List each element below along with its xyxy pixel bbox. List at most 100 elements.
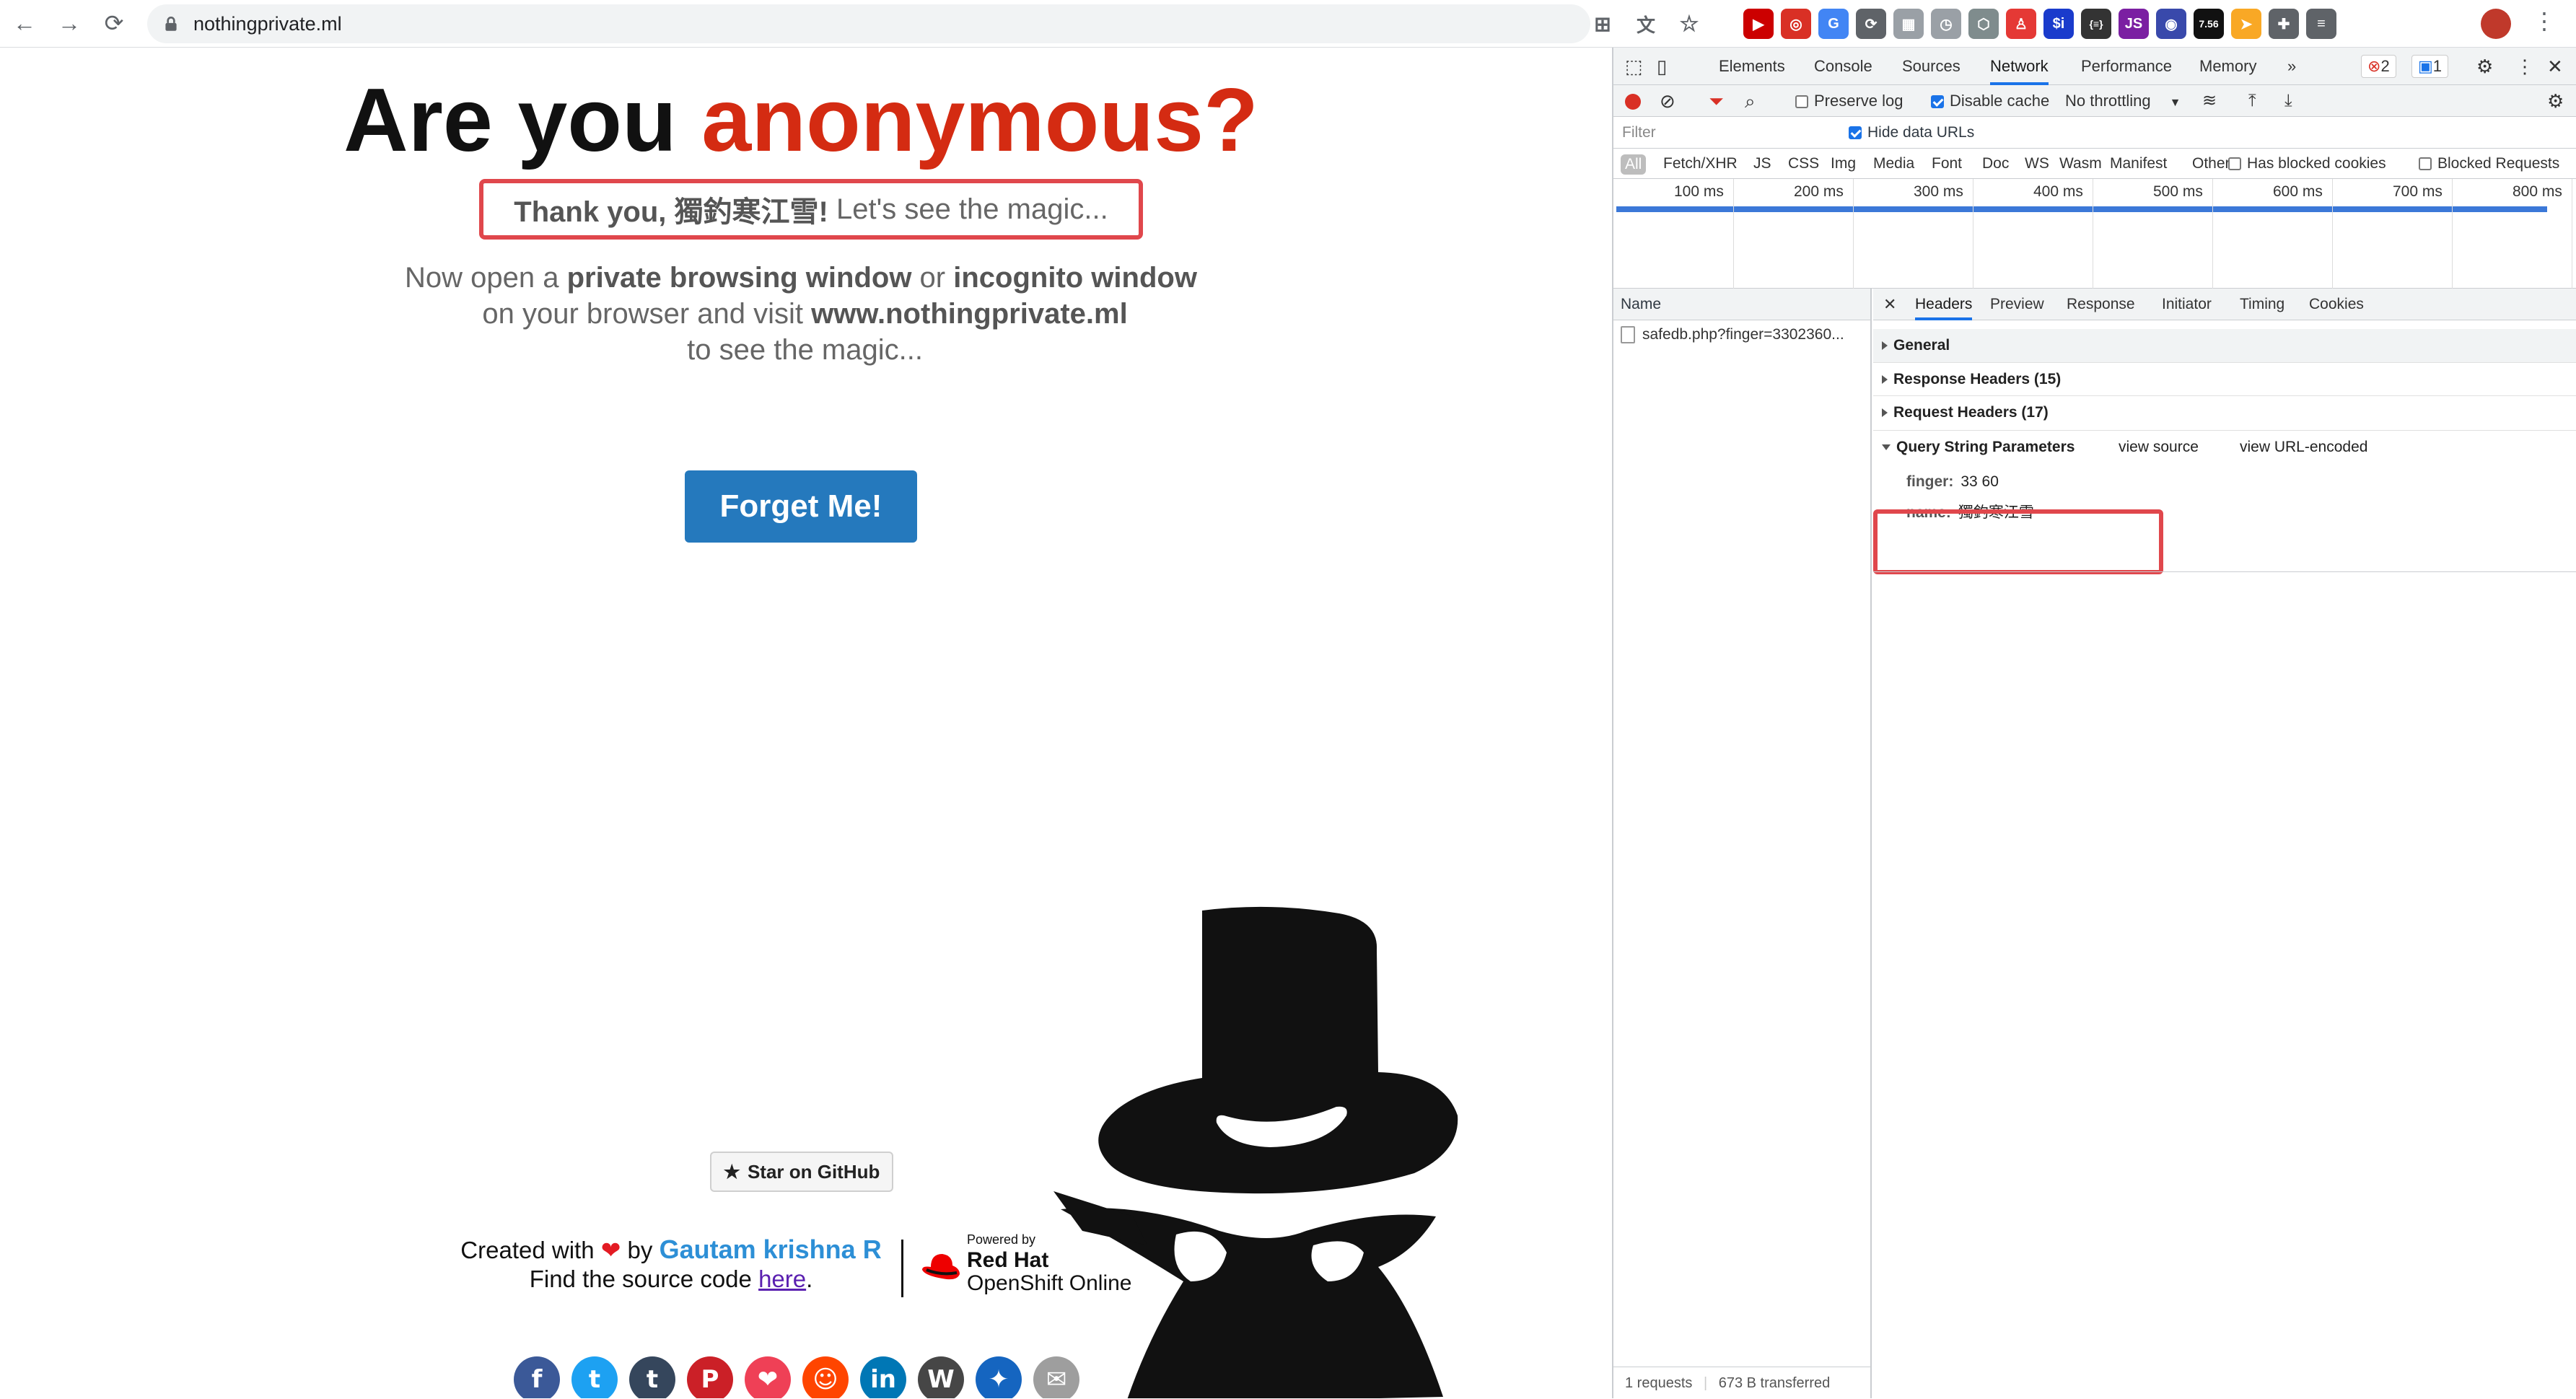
- menu-kebab-icon[interactable]: ⋮: [2533, 7, 2556, 35]
- arrow-ext-icon[interactable]: ➤: [2231, 9, 2261, 39]
- tab-memory[interactable]: Memory: [2199, 48, 2256, 85]
- clock-ext-icon[interactable]: ◷: [1931, 9, 1961, 39]
- pin-icon[interactable]: ✦: [976, 1356, 1022, 1398]
- clear-icon[interactable]: ⊘: [1660, 85, 1675, 117]
- jsp-ext-icon[interactable]: JS: [2119, 9, 2149, 39]
- disable-cache-checkbox[interactable]: Disable cache: [1931, 85, 2049, 117]
- name-column-header[interactable]: Name: [1613, 289, 1870, 320]
- back-icon[interactable]: ←: [9, 7, 40, 39]
- error-badge[interactable]: ⊗2: [2361, 55, 2396, 78]
- view-url-encoded-link[interactable]: view URL-encoded: [2240, 431, 2367, 464]
- reload-icon[interactable]: ⟳: [98, 7, 130, 39]
- address-bar[interactable]: nothingprivate.ml: [147, 4, 1590, 43]
- preserve-log-box[interactable]: [1795, 95, 1808, 109]
- section-query-params[interactable]: Query String Parameters view source view…: [1873, 430, 2576, 463]
- puzzle-ext-icon[interactable]: ✚: [2269, 9, 2299, 39]
- throttling-select[interactable]: No throttling ▼: [2065, 85, 2181, 117]
- twitter-icon[interactable]: t: [571, 1356, 618, 1398]
- section-response-headers[interactable]: Response Headers (15): [1873, 362, 2576, 395]
- forget-me-button[interactable]: Forget Me!: [685, 470, 917, 543]
- blocked-requests-checkbox[interactable]: Blocked Requests: [2419, 149, 2559, 179]
- shield-ext-icon[interactable]: ⬡: [1968, 9, 1999, 39]
- reddit-icon[interactable]: ☺: [802, 1356, 849, 1398]
- pocket-icon[interactable]: ❤: [745, 1356, 791, 1398]
- tumblr-icon[interactable]: t: [629, 1356, 675, 1398]
- settings-gear-icon[interactable]: ⚙: [2476, 48, 2493, 85]
- tab-network[interactable]: Network: [1990, 48, 2049, 85]
- eye-ext-icon[interactable]: ◉: [2156, 9, 2186, 39]
- linkedin-icon[interactable]: in: [860, 1356, 906, 1398]
- lcp-ext-icon[interactable]: 7.56: [2194, 9, 2224, 39]
- translate-icon[interactable]: 文: [1631, 9, 1661, 39]
- json-ext-icon[interactable]: {≡}: [2081, 9, 2111, 39]
- pinterest-icon[interactable]: P: [687, 1356, 733, 1398]
- list-ext-icon[interactable]: ≡: [2306, 9, 2336, 39]
- type-filter-font[interactable]: Font: [1932, 149, 1962, 179]
- type-filter-js[interactable]: JS: [1753, 149, 1771, 179]
- request-row[interactable]: safedb.php?finger=3302360...: [1613, 320, 1870, 349]
- tab-response[interactable]: Response: [2067, 289, 2135, 320]
- type-filter-other[interactable]: Other: [2192, 149, 2230, 179]
- translate-ext-icon[interactable]: G: [1818, 9, 1849, 39]
- type-filter-all[interactable]: All: [1621, 154, 1647, 175]
- email-icon[interactable]: ✉: [1033, 1356, 1079, 1398]
- tab-initiator[interactable]: Initiator: [2162, 289, 2212, 320]
- tab-timing[interactable]: Timing: [2240, 289, 2284, 320]
- type-filter-ws[interactable]: WS: [2025, 149, 2049, 179]
- source-code-link[interactable]: here: [758, 1266, 806, 1292]
- preserve-log-checkbox[interactable]: Preserve log: [1795, 85, 1903, 117]
- has-blocked-cookies-checkbox[interactable]: Has blocked cookies: [2228, 149, 2386, 179]
- author-link[interactable]: Gautam krishna R: [660, 1234, 882, 1264]
- tab-console[interactable]: Console: [1814, 48, 1872, 85]
- type-filter-fetchxhr[interactable]: Fetch/XHR: [1663, 149, 1738, 179]
- close-devtools-icon[interactable]: ✕: [2547, 48, 2563, 85]
- type-filter-manifest[interactable]: Manifest: [2110, 149, 2167, 179]
- youtube-ext-icon[interactable]: ▶: [1743, 9, 1774, 39]
- star-on-github-button[interactable]: ★ Star on GitHub: [710, 1152, 893, 1192]
- type-filter-css[interactable]: CSS: [1788, 149, 1819, 179]
- type-filter-img[interactable]: Img: [1831, 149, 1856, 179]
- bookmark-star-icon[interactable]: ☆: [1674, 9, 1704, 39]
- target-ext-icon[interactable]: ◎: [1781, 9, 1811, 39]
- type-filter-doc[interactable]: Doc: [1982, 149, 2009, 179]
- si-ext-icon[interactable]: $i: [2043, 9, 2074, 39]
- person-ext-icon[interactable]: ♙: [2006, 9, 2036, 39]
- search-icon[interactable]: ⌕: [1745, 85, 1756, 117]
- export-icon[interactable]: ⤓: [2284, 85, 2292, 117]
- tab-preview[interactable]: Preview: [1990, 289, 2044, 320]
- section-general[interactable]: General: [1873, 329, 2576, 362]
- hide-data-urls-checkbox[interactable]: Hide data URLs: [1849, 117, 1974, 149]
- close-detail-icon[interactable]: ✕: [1883, 289, 1896, 320]
- checkbox-box[interactable]: [2419, 157, 2432, 171]
- hide-data-urls-box[interactable]: [1849, 126, 1862, 140]
- record-icon[interactable]: [1625, 94, 1641, 110]
- wordpress-icon[interactable]: W: [918, 1356, 964, 1398]
- forward-icon[interactable]: →: [53, 7, 85, 39]
- import-icon[interactable]: ⤒: [2248, 85, 2256, 117]
- network-settings-icon[interactable]: ⚙: [2547, 85, 2564, 117]
- tab-performance[interactable]: Performance: [2081, 48, 2172, 85]
- refresh-ext-icon[interactable]: ⟳: [1856, 9, 1886, 39]
- filter-input[interactable]: Filter: [1622, 121, 1831, 144]
- checkbox-box[interactable]: [2228, 157, 2241, 171]
- more-tabs-icon[interactable]: »: [2287, 48, 2296, 85]
- device-toolbar-icon[interactable]: ▯: [1657, 48, 1667, 85]
- openshift-logo[interactable]: Powered by Red Hat OpenShift Online: [921, 1232, 1152, 1304]
- section-request-headers[interactable]: Request Headers (17): [1873, 395, 2576, 429]
- disable-cache-box[interactable]: [1931, 95, 1944, 109]
- profile-avatar[interactable]: [2481, 9, 2511, 39]
- facebook-icon[interactable]: f: [514, 1356, 560, 1398]
- message-badge[interactable]: ▣1: [2411, 55, 2449, 78]
- tab-cookies[interactable]: Cookies: [2309, 289, 2364, 320]
- network-conditions-icon[interactable]: ≋: [2202, 85, 2217, 117]
- inspect-element-icon[interactable]: ⬚: [1625, 48, 1643, 85]
- apps-icon[interactable]: ⊞: [1587, 9, 1618, 39]
- filter-funnel-icon[interactable]: ⏷: [1709, 85, 1724, 117]
- view-source-link[interactable]: view source: [2119, 431, 2199, 464]
- type-filter-media[interactable]: Media: [1873, 149, 1914, 179]
- type-filter-wasm[interactable]: Wasm: [2059, 149, 2102, 179]
- tab-headers[interactable]: Headers: [1915, 289, 1973, 320]
- tab-elements[interactable]: Elements: [1719, 48, 1785, 85]
- devtools-menu-icon[interactable]: ⋮: [2515, 48, 2534, 85]
- grid-ext-icon[interactable]: ▦: [1893, 9, 1924, 39]
